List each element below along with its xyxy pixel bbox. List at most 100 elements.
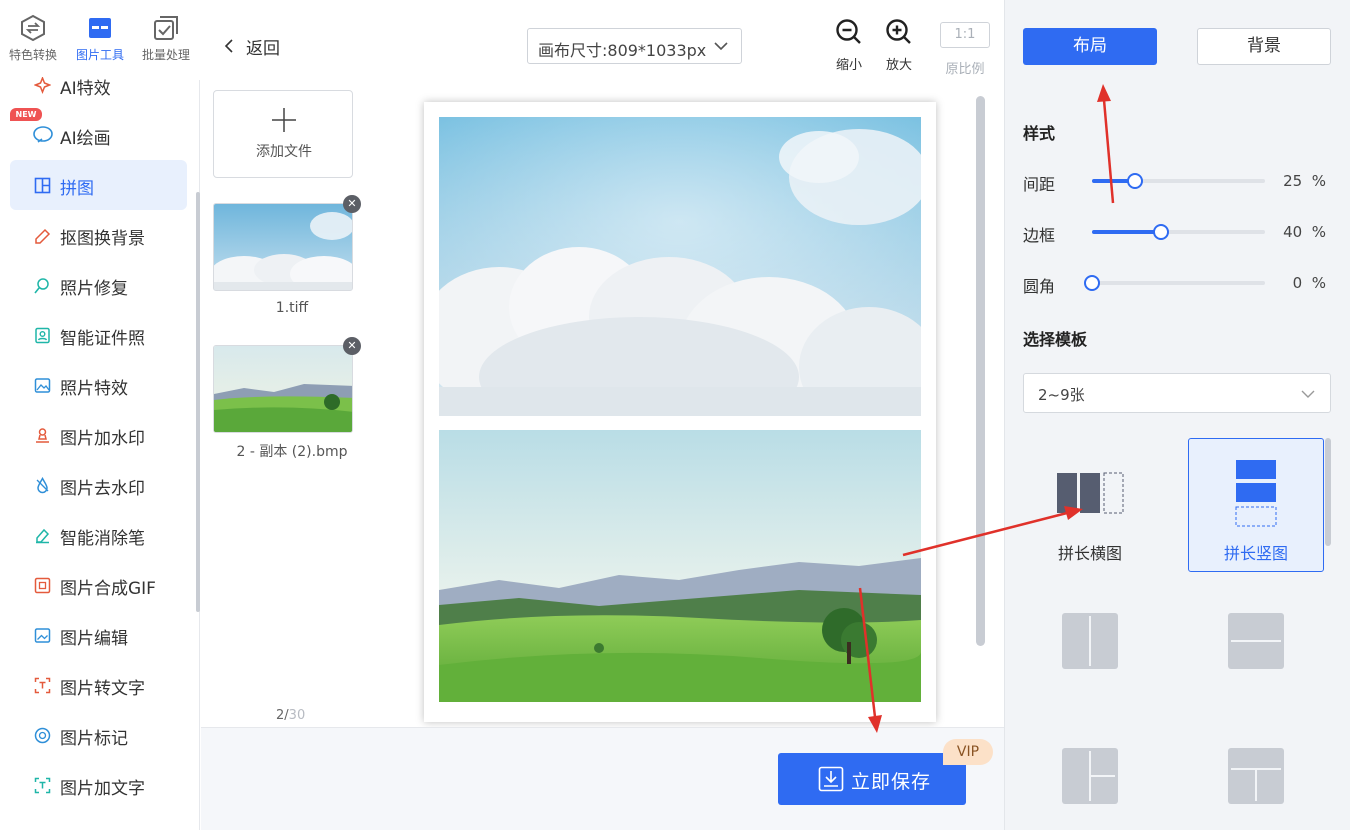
template-count-select[interactable]: 2~9张 — [1023, 373, 1331, 413]
add-file-label: 添加文件 — [256, 144, 312, 160]
remove-file-1-button[interactable]: ✕ — [343, 195, 361, 213]
menu-label: 智能证件照 — [60, 329, 145, 349]
zoom-in-button[interactable]: 放大 — [877, 18, 921, 73]
menu-label: 智能消除笔 — [60, 529, 145, 549]
collage-image-landscape[interactable] — [439, 430, 921, 702]
menu-label: 照片修复 — [60, 279, 128, 299]
corner-value: 0 % — [1292, 274, 1326, 292]
canvas-size-select[interactable]: 画布尺寸:809*1033px — [527, 28, 742, 64]
id-photo-icon — [35, 327, 50, 344]
zoom-in-icon — [886, 19, 911, 44]
template-three-split-left-icon[interactable] — [1062, 748, 1118, 804]
template-two-rows-icon[interactable] — [1228, 613, 1284, 669]
template-long-vertical[interactable]: 拼长竖图 — [1188, 438, 1324, 572]
nav-image-tools[interactable]: 图片工具 — [70, 14, 130, 70]
zoom-out-button[interactable]: 缩小 — [827, 18, 871, 73]
gif-icon — [34, 577, 51, 594]
menu-item-mark[interactable]: 图片标记 — [10, 710, 187, 760]
zoom-out-label: 缩小 — [835, 58, 862, 73]
chevron-left-icon — [224, 39, 233, 53]
corner-slider[interactable] — [1084, 275, 1265, 291]
canvas-scrollbar[interactable] — [976, 96, 985, 646]
menu-item-photo-effect[interactable]: 照片特效 — [10, 360, 187, 410]
menu-item-add-watermark[interactable]: 图片加水印 — [10, 410, 187, 460]
template-two-columns-icon[interactable] — [1062, 613, 1118, 669]
file-count: 2/30 — [276, 708, 305, 723]
app-window: { "top_nav": [ {"label": "特色转换", "icon":… — [0, 0, 1350, 830]
sidebar-scrollbar[interactable] — [196, 192, 200, 612]
vip-badge: VIP — [943, 739, 993, 765]
save-now-button[interactable]: 立即保存 — [778, 753, 966, 805]
nav-label: 批量处理 — [141, 48, 190, 62]
batch-icon — [154, 16, 178, 40]
menu-item-repair[interactable]: 照片修复 — [10, 260, 187, 310]
file-count-total: 30 — [288, 708, 306, 723]
menu-item-eraser[interactable]: 智能消除笔 — [10, 510, 187, 560]
nav-label: 图片工具 — [75, 48, 124, 62]
save-label: 立即保存 — [851, 771, 932, 793]
ai-effect-icon — [34, 77, 51, 94]
nav-special-convert[interactable]: 特色转换 — [3, 14, 63, 70]
corner-slider-handle[interactable] — [1084, 275, 1100, 291]
menu-item-collage[interactable]: 拼图 — [10, 160, 187, 210]
cutout-icon — [35, 228, 51, 244]
plus-icon — [272, 108, 296, 132]
tool-menu: AI特效 AI绘画 拼图 抠图换背景 照片修复 智能证件照 照片特效 图片加水印… — [0, 70, 196, 830]
original-ratio-label: 原比例 — [945, 62, 985, 77]
menu-label: AI绘画 — [60, 129, 111, 149]
menu-item-add-text[interactable]: 图片加文字 — [10, 760, 187, 810]
menu-label: 抠图换背景 — [60, 229, 145, 249]
tab-background[interactable]: 背景 — [1197, 28, 1331, 65]
template-three-split-top-icon[interactable] — [1228, 748, 1284, 804]
menu-item-edit[interactable]: 图片编辑 — [10, 610, 187, 660]
menu-label: 图片合成GIF — [60, 579, 156, 599]
mark-icon — [34, 727, 51, 744]
menu-item-ai-effect[interactable]: AI特效 — [10, 70, 187, 110]
ai-paint-icon — [33, 126, 53, 143]
nav-label: 特色转换 — [8, 48, 57, 62]
template-label: 拼长竖图 — [1223, 544, 1288, 563]
spacing-value: 25 % — [1283, 172, 1326, 190]
menu-label: AI特效 — [60, 79, 111, 99]
menu-label: 图片加文字 — [60, 779, 145, 799]
border-slider[interactable] — [1092, 224, 1265, 240]
collage-icon — [34, 177, 51, 194]
image-tools-icon — [89, 18, 111, 38]
collage-image-sky[interactable] — [439, 117, 921, 416]
spacing-slider[interactable] — [1092, 173, 1265, 189]
horizontal-layout-icon — [1057, 472, 1124, 514]
ocr-icon — [34, 677, 51, 694]
menu-label: 图片去水印 — [60, 479, 145, 499]
file-thumbnail-1[interactable] — [213, 203, 353, 291]
menu-label: 图片加水印 — [60, 429, 145, 449]
menu-item-gif[interactable]: 图片合成GIF — [10, 560, 187, 610]
original-ratio-button[interactable]: 1:1 — [940, 22, 990, 48]
border-value: 40 % — [1283, 223, 1326, 241]
nav-batch[interactable]: 批量处理 — [136, 14, 196, 70]
border-label: 边框 — [1023, 226, 1056, 245]
template-long-horizontal[interactable]: 拼长横图 — [1022, 439, 1158, 573]
landscape-thumbnail — [214, 346, 352, 432]
template-section-title: 选择模板 — [1023, 330, 1088, 349]
template-count-value: 2~9张 — [1038, 386, 1085, 404]
menu-item-remove-watermark[interactable]: 图片去水印 — [10, 460, 187, 510]
remove-file-2-button[interactable]: ✕ — [343, 337, 361, 355]
repair-icon — [34, 278, 49, 294]
right-panel-scrollbar[interactable] — [1325, 438, 1331, 546]
file-thumbnail-2[interactable] — [213, 345, 353, 433]
add-watermark-icon — [36, 428, 49, 443]
photo-effect-icon — [34, 378, 51, 393]
add-file-button[interactable]: 添加文件 — [213, 90, 353, 178]
tab-layout[interactable]: 布局 — [1023, 28, 1157, 65]
file-name-1: 1.tiff — [275, 300, 309, 316]
menu-label: 照片特效 — [60, 379, 128, 399]
menu-label: 拼图 — [60, 179, 94, 199]
landscape-image — [439, 430, 921, 702]
eraser-icon — [36, 528, 50, 544]
menu-item-id-photo[interactable]: 智能证件照 — [10, 310, 187, 360]
right-panel — [1004, 0, 1350, 830]
menu-item-ocr[interactable]: 图片转文字 — [10, 660, 187, 710]
chevron-down-icon — [714, 42, 728, 51]
menu-item-cutout[interactable]: 抠图换背景 — [10, 210, 187, 260]
back-label: 返回 — [246, 39, 280, 59]
